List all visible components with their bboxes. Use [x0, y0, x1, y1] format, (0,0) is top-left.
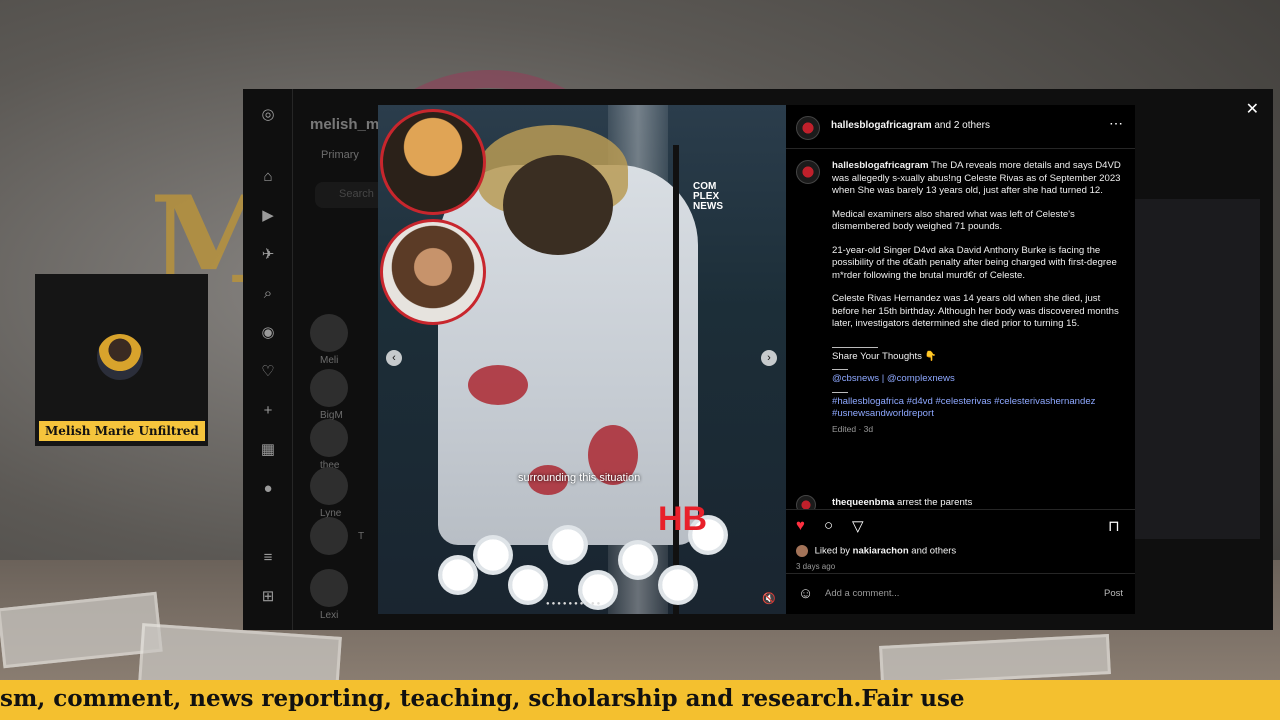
flower: [618, 540, 658, 580]
comment-username[interactable]: thequeenbma: [832, 497, 894, 508]
stage-blood-splatter: [468, 365, 528, 405]
liker-avatar: [796, 545, 808, 557]
mute-icon[interactable]: 🔇: [762, 592, 776, 605]
ticker-text: sm, comment, news reporting, teaching, s…: [0, 685, 965, 712]
home-icon[interactable]: ⌂: [259, 168, 277, 186]
instagram-logo-icon[interactable]: ◎: [259, 106, 277, 124]
comment: thequeenbma arrest the parents: [832, 497, 972, 508]
avatar: [310, 467, 348, 505]
author-avatar[interactable]: [796, 116, 820, 140]
create-icon[interactable]: +: [259, 402, 277, 420]
video-head: [503, 155, 613, 255]
list-item-name: Meli: [320, 355, 339, 367]
fair-use-ticker: sm, comment, news reporting, teaching, s…: [0, 680, 1280, 720]
emoji-icon[interactable]: ☺: [798, 585, 813, 602]
nav-rail: ◎ ⌂ ▶ ✈ ⌕ ◉ ♡ + ▦ ● ≡ ⊞: [243, 89, 293, 630]
share-thoughts-line: Share Your Thoughts 👇: [832, 350, 937, 362]
apps-icon[interactable]: ⊞: [259, 588, 277, 606]
search-icon[interactable]: ⌕: [259, 285, 277, 303]
post-media[interactable]: COM PLEX NEWS HB surrounding this situat…: [378, 105, 786, 614]
bookmark-icon[interactable]: ⊓: [1108, 517, 1120, 535]
tab-primary[interactable]: Primary: [321, 149, 359, 161]
divider: [832, 391, 848, 393]
flower: [438, 555, 478, 595]
background-feed-panel: [1135, 89, 1273, 630]
post-caption: hallesblogafricagram The DA reveals more…: [832, 160, 1122, 446]
flower: [473, 535, 513, 575]
list-item[interactable]: T: [310, 517, 370, 555]
avatar: [310, 369, 348, 407]
liked-by-suffix[interactable]: and others: [911, 546, 956, 557]
notifications-icon[interactable]: ♡: [259, 363, 277, 381]
post-header: hallesblogafricagram and 2 others ⋯: [786, 105, 1135, 149]
avatar: [310, 419, 348, 457]
heart-icon[interactable]: ♥: [796, 517, 805, 534]
streamer-avatar: [97, 334, 143, 380]
avatar: [310, 314, 348, 352]
messages-icon[interactable]: ✈: [259, 246, 277, 264]
hbg-watermark-logo: HB: [658, 500, 708, 538]
more-options-icon[interactable]: ⋯: [1109, 115, 1123, 132]
list-item-name: Lexi: [320, 610, 339, 622]
divider: [832, 369, 848, 370]
post-actions: ♥ ○ ▽ ⊓ Liked by nakiarachon and others: [786, 509, 1135, 569]
caption-paragraph: Celeste Rivas Hernandez was 14 years old…: [832, 293, 1119, 329]
complex-news-logo: COM PLEX NEWS: [693, 181, 723, 212]
avatar: [310, 517, 348, 555]
liked-by: Liked by nakiarachon and others: [796, 545, 956, 557]
instagram-window: ◎ ⌂ ▶ ✈ ⌕ ◉ ♡ + ▦ ● ≡ ⊞ melish_ma Primar…: [243, 89, 1273, 630]
streamer-name-tag: Melish Marie Unfiltred: [39, 421, 205, 441]
dm-username: melish_ma: [310, 116, 388, 133]
background-post-card: [1135, 199, 1260, 539]
liked-by-user[interactable]: nakiarachon: [853, 546, 909, 557]
add-comment-input[interactable]: Add a comment...: [825, 588, 899, 599]
webcam-overlay: Melish Marie Unfiltred: [35, 274, 208, 446]
share-icon[interactable]: ▽: [852, 517, 864, 535]
carousel-dots: ●●●●●●●●●●: [546, 601, 603, 607]
comment-icon[interactable]: ○: [824, 517, 833, 534]
post-authors: hallesblogafricagram and 2 others: [831, 120, 990, 131]
inset-portrait: [380, 219, 486, 325]
prev-slide-button[interactable]: ‹: [386, 350, 402, 366]
caption-paragraph: Medical examiners also shared what was l…: [832, 208, 1075, 233]
caption-paragraph: 21-year-old Singer D4vd aka David Anthon…: [832, 244, 1117, 281]
list-item[interactable]: BigM: [310, 369, 370, 425]
avatar: [310, 569, 348, 607]
hashtags[interactable]: #hallesblogafrica #d4vd #celesterivas #c…: [832, 396, 1122, 421]
flower: [508, 565, 548, 605]
explore-icon[interactable]: ◉: [259, 324, 277, 342]
post-comment-button[interactable]: Post: [1104, 588, 1123, 599]
reels-icon[interactable]: ▶: [259, 207, 277, 225]
flower: [548, 525, 588, 565]
caption-avatar[interactable]: [796, 160, 820, 184]
inset-portrait: [380, 109, 486, 215]
next-slide-button[interactable]: ›: [761, 350, 777, 366]
liked-by-prefix: Liked by: [814, 545, 851, 557]
list-item[interactable]: Lyne: [310, 467, 370, 523]
video-subtitle: surrounding this situation: [518, 472, 641, 484]
credits-links[interactable]: @cbsnews | @complexnews: [832, 373, 1122, 386]
add-comment-row: ☺ Add a comment... Post: [786, 573, 1135, 614]
comment-text: arrest the parents: [897, 497, 973, 508]
edited-label: Edited · 3d: [832, 423, 874, 434]
list-item[interactable]: Lexi: [310, 569, 370, 625]
co-authors-text[interactable]: and 2 others: [934, 120, 990, 131]
author-username[interactable]: hallesblogafricagram: [831, 120, 932, 131]
list-item[interactable]: Meli: [310, 314, 370, 370]
posted-time: 3 days ago: [796, 562, 836, 571]
list-item-name: T: [358, 530, 365, 542]
close-icon[interactable]: ✕: [1246, 99, 1259, 119]
divider: [832, 346, 878, 348]
post-sidebar: hallesblogafricagram and 2 others ⋯ hall…: [786, 105, 1135, 614]
menu-icon[interactable]: ≡: [259, 549, 277, 567]
dashboard-icon[interactable]: ▦: [259, 441, 277, 459]
caption-username[interactable]: hallesblogafricagram: [832, 160, 929, 171]
flower: [658, 565, 698, 605]
profile-icon[interactable]: ●: [259, 480, 277, 498]
